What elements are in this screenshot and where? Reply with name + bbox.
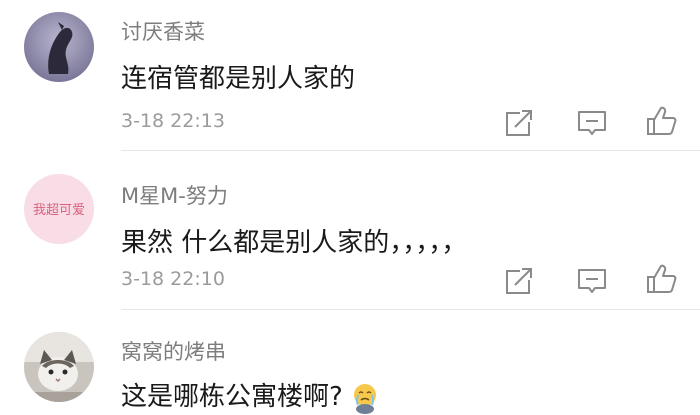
share-icon[interactable] xyxy=(502,106,536,140)
avatar[interactable] xyxy=(24,12,94,82)
comment-text: 果然 什么都是别人家的，，，，， xyxy=(121,228,468,258)
share-icon[interactable] xyxy=(502,264,536,298)
avatar-image xyxy=(24,12,94,82)
like-icon[interactable] xyxy=(645,262,679,296)
comment-item: 我超可爱 M星M-努力 果然 什么都是别人家的，，，，， 3-18 22:10 xyxy=(0,150,700,310)
comment-text: 连宿管都是别人家的 xyxy=(121,64,356,94)
comment-item: 讨厌香菜 连宿管都是别人家的 3-18 22:13 xyxy=(0,0,700,151)
comment-icon[interactable] xyxy=(575,264,609,298)
like-icon[interactable] xyxy=(645,104,679,138)
comment-icon[interactable] xyxy=(575,106,609,140)
comment-text-body: 这是哪栋公寓楼啊? xyxy=(121,382,343,412)
comment-username[interactable]: M星M-努力 xyxy=(121,180,228,210)
crying-face-emoji-icon xyxy=(353,383,376,414)
comment-timestamp: 3-18 22:10 xyxy=(121,268,225,290)
comment-username[interactable]: 窝窝的烤串 xyxy=(121,336,226,366)
comment-item: 窝窝的烤串 这是哪栋公寓楼啊? xyxy=(0,310,700,415)
comment-timestamp: 3-18 22:13 xyxy=(121,110,225,132)
avatar[interactable] xyxy=(24,332,94,402)
avatar[interactable]: 我超可爱 xyxy=(24,174,94,244)
avatar-image: 我超可爱 xyxy=(24,174,94,244)
svg-text:我超可爱: 我超可爱 xyxy=(33,203,85,218)
comment-text: 这是哪栋公寓楼啊? xyxy=(121,376,381,415)
avatar-image xyxy=(24,332,94,402)
comment-username[interactable]: 讨厌香菜 xyxy=(121,16,205,46)
